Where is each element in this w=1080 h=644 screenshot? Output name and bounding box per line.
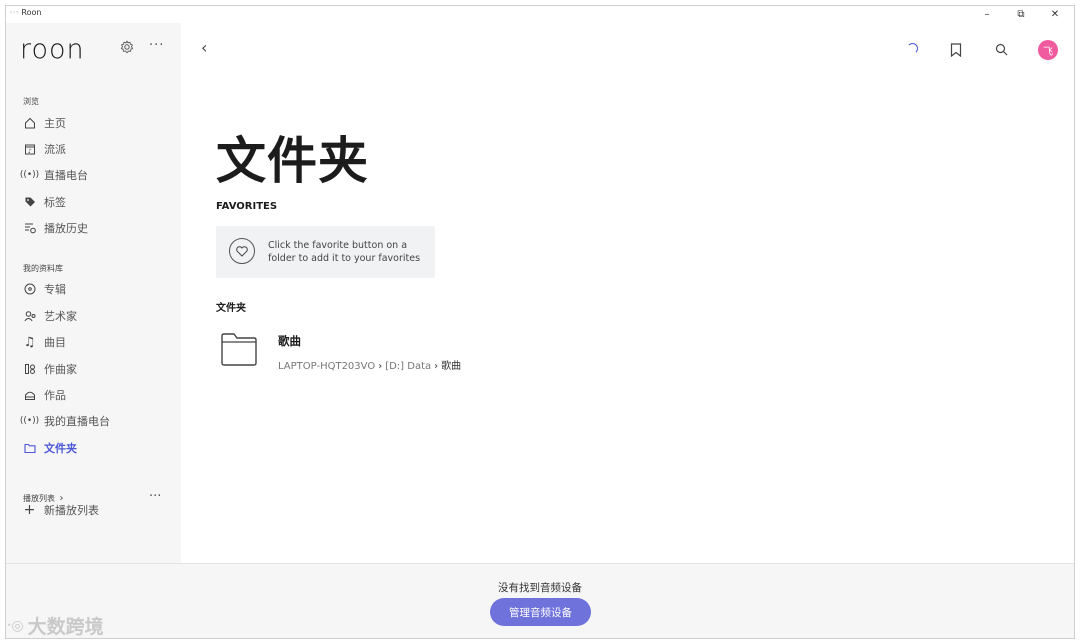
sidebar-item-label: 主页 [44,117,66,130]
svg-text:♪: ♪ [28,148,32,155]
history-icon [23,222,36,235]
sidebar-item-composers[interactable]: 作曲家 [23,360,77,378]
composer-icon [23,363,36,376]
restore-button[interactable]: ⧉ [1004,6,1038,23]
track-icon: ♫ [23,334,36,350]
sidebar-item-label: 作品 [44,389,66,402]
sidebar-item-label: 艺术家 [44,310,77,323]
radio-icon: ((•)) [19,170,40,180]
sidebar-item-label: 标签 [44,196,66,209]
sidebar-item-folders[interactable]: 文件夹 [23,439,77,457]
folder-icon [221,333,257,366]
sidebar-item-label: 作曲家 [44,363,77,376]
sidebar-item-artists[interactable]: 艺术家 [23,307,77,325]
manage-audio-devices-button[interactable]: 管理音频设备 [490,598,591,626]
sidebar-item-label: 我的直播电台 [44,415,110,428]
sidebar-item-live-radio[interactable]: ((•)) 直播电台 [19,166,88,184]
page-title: 文件夹 [216,132,369,190]
minimize-button[interactable]: – [970,6,1004,23]
composition-icon [23,389,36,402]
home-icon [23,117,36,130]
sidebar-item-label: 专辑 [44,283,66,296]
app-title-text: Roon [21,8,42,17]
favorites-heading: FAVORITES [216,201,278,212]
chevron-right-icon: › [378,361,383,372]
user-avatar[interactable]: 飞 [1038,40,1058,60]
folders-heading: 文件夹 [216,303,246,314]
main-content: ‹ 飞 文件夹 FAVORITES Click the favorite but… [181,23,1074,563]
favorites-hint-box: Click the favorite button on a folder to… [216,226,435,278]
artist-icon [23,310,36,323]
more-options-icon[interactable]: ··· [149,38,164,53]
heart-icon [229,238,255,264]
app-window: ◦◦◦ Roon – ⧉ ✕ roon ··· 浏览 主页 ♪ 流派 ((•)) [5,5,1075,639]
sidebar-item-label: 曲目 [44,336,66,349]
watermark-text: 大数跨境 [27,616,104,638]
sidebar-item-label: 直播电台 [44,169,88,182]
gear-icon[interactable] [120,40,134,54]
sidebar-item-home[interactable]: 主页 [23,114,66,132]
library-section-label: 我的资料库 [23,264,63,273]
search-icon[interactable] [995,43,1008,56]
tag-icon [23,196,36,209]
favorites-hint-text: Click the favorite button on a folder to… [268,240,421,264]
folder-path: LAPTOP-HQT203VO › [D:] Data › 歌曲 [278,357,461,372]
sidebar-item-my-live-radio[interactable]: ((•)) 我的直播电台 [19,412,110,430]
loading-spinner-icon [907,43,918,54]
path-segment[interactable]: [D:] Data [385,361,431,372]
app-title: ◦◦◦ Roon [9,8,41,17]
sidebar-item-tracks[interactable]: ♫ 曲目 [23,333,66,351]
sidebar-item-albums[interactable]: 专辑 [23,280,66,298]
new-playlist-label: 新播放列表 [44,504,99,517]
close-button[interactable]: ✕ [1038,6,1072,23]
genre-icon: ♪ [23,143,36,156]
sidebar-item-label: 文件夹 [44,442,77,455]
sidebar: roon ··· 浏览 主页 ♪ 流派 ((•)) 直播电台 标签 播放历史 我… [6,23,181,563]
folder-icon [23,442,36,455]
path-segment[interactable]: 歌曲 [441,361,461,372]
folder-list-item[interactable]: 歌曲 LAPTOP-HQT203VO › [D:] Data › 歌曲 [221,328,621,378]
no-audio-device-message: 没有找到音频设备 [498,582,582,594]
album-icon [23,283,36,296]
chevron-right-icon: › [434,361,439,372]
path-segment[interactable]: LAPTOP-HQT203VO [278,361,375,372]
plus-icon: + [23,502,36,518]
folder-name: 歌曲 [278,334,301,348]
roon-logo[interactable]: roon [20,34,85,65]
sidebar-item-label: 流派 [44,143,66,156]
sidebar-item-label: 播放历史 [44,222,88,235]
bookmark-icon[interactable] [950,43,962,57]
audio-footer: 没有找到音频设备 管理音频设备 [6,563,1074,638]
sidebar-item-history[interactable]: 播放历史 [23,219,88,237]
sidebar-item-compositions[interactable]: 作品 [23,386,66,404]
sidebar-item-tags[interactable]: 标签 [23,193,66,211]
playlist-more-icon[interactable]: ··· [149,489,161,504]
sidebar-item-genres[interactable]: ♪ 流派 [23,140,66,158]
back-chevron-icon[interactable]: ‹ [201,38,207,57]
browse-section-label: 浏览 [23,97,39,106]
app-icon: ◦◦◦ [9,8,19,17]
my-radio-icon: ((•)) [19,416,40,426]
new-playlist-button[interactable]: + 新播放列表 [23,501,99,519]
title-bar: ◦◦◦ Roon – ⧉ ✕ [6,6,1074,24]
watermark: ᐧ◎ 大数跨境 [7,612,104,639]
watermark-logo-icon: ᐧ◎ [7,617,24,634]
